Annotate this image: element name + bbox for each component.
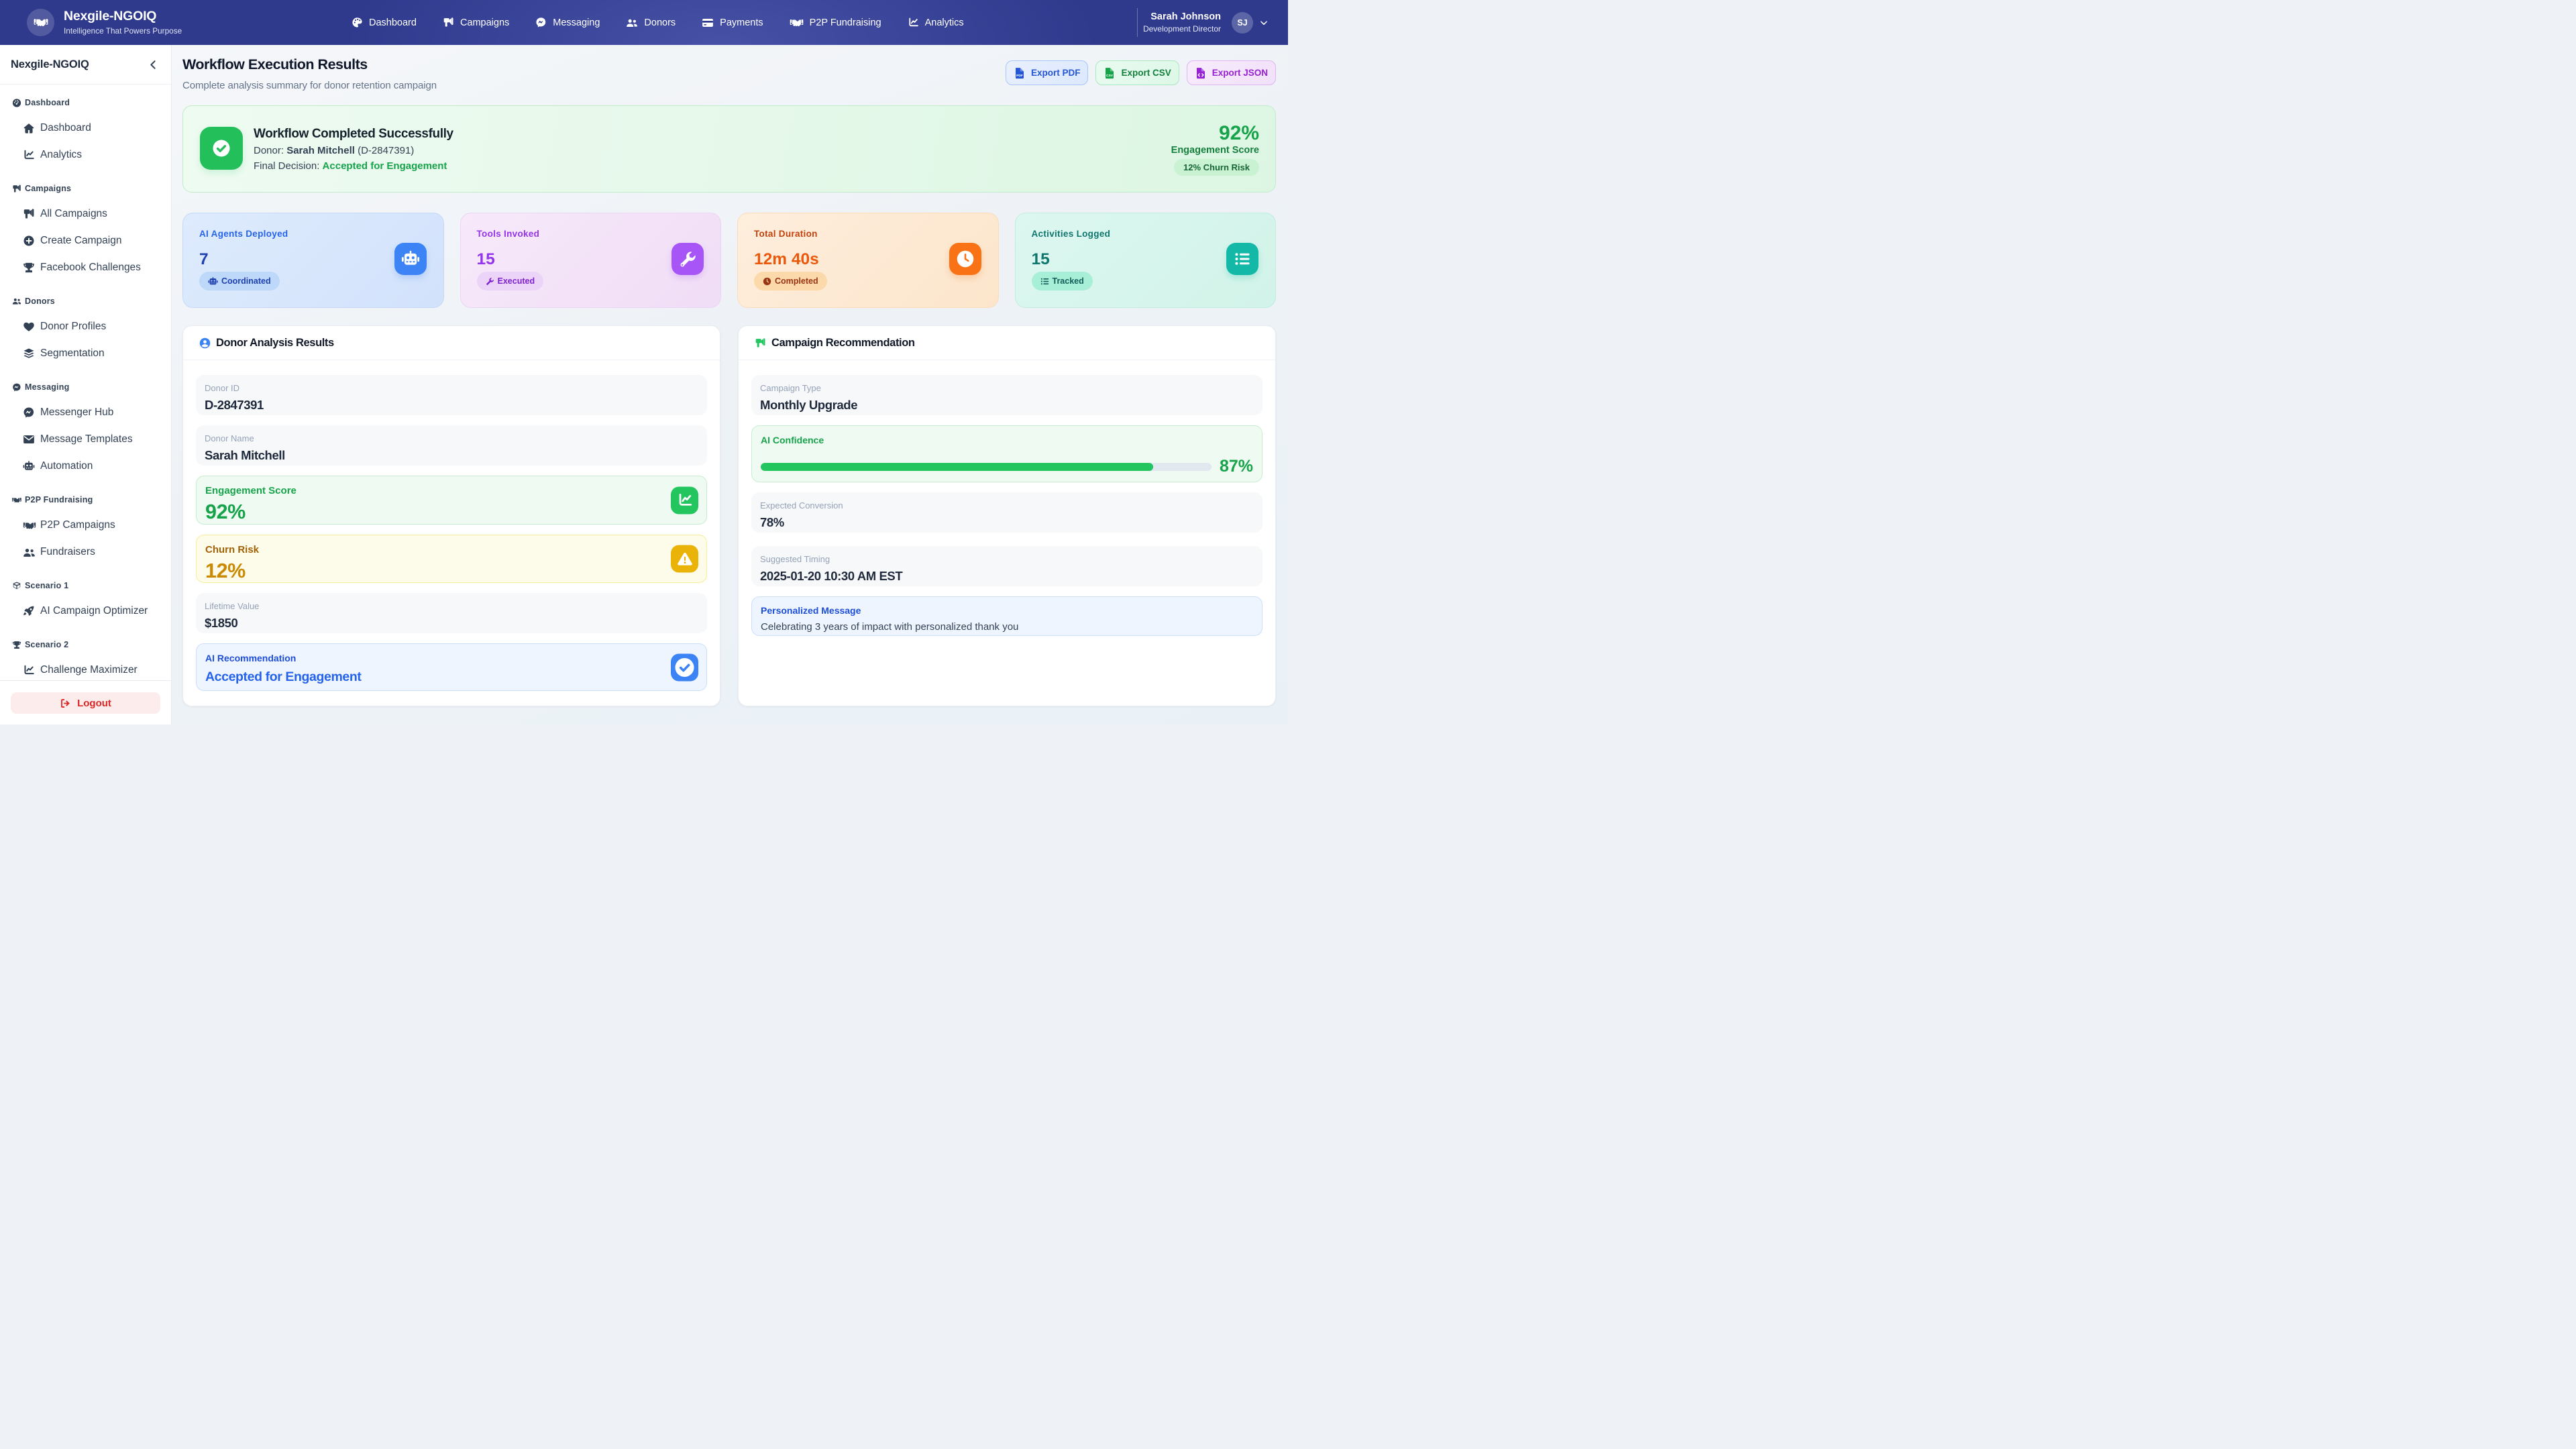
- svg-text:PDF: PDF: [1016, 73, 1023, 77]
- svg-text:CSV: CSV: [1106, 73, 1114, 77]
